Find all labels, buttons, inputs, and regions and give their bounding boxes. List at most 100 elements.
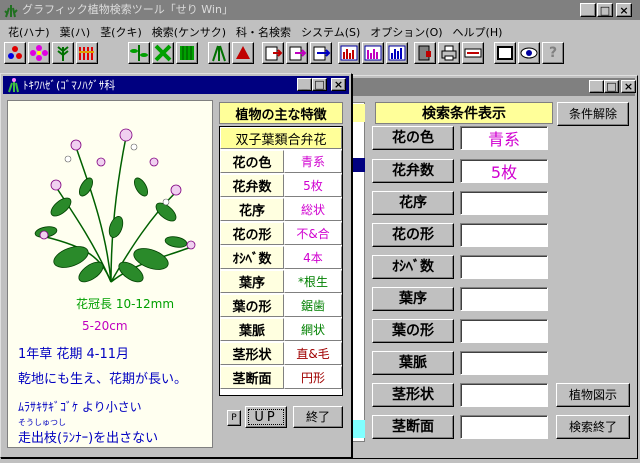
app-title: グラフィック植物検索ツール「せり Win」 (22, 3, 233, 16)
menu-leaf[interactable]: 葉(ハ) (60, 24, 91, 40)
search-value-phyllotaxis[interactable] (460, 287, 548, 311)
search-label-leaf-vein[interactable]: 葉脈 (372, 351, 454, 375)
view-eye-icon[interactable] (518, 42, 540, 64)
menu-flower[interactable]: 花(ハナ) (8, 24, 50, 40)
menu-bar: 花(ハナ) 葉(ハ) 茎(クキ) 検索(ケンサク) 科・名検索 システム(S) … (8, 24, 512, 40)
chart-icon-1[interactable] (338, 42, 360, 64)
stem-section-icon[interactable] (232, 42, 254, 64)
menu-help[interactable]: ヘルプ(H) (453, 24, 503, 40)
plant-window-maximize-button[interactable]: □ (312, 78, 327, 91)
flower-shape-icon[interactable] (76, 42, 98, 64)
features-table: 双子葉類合弁花 花の色 青系 花弁数 5枚 花序 総状 花の形 不&合 ｵｼﾍﾞ… (219, 126, 343, 396)
feature-label-leaf-vein: 葉脈 (220, 318, 284, 341)
search-value-stamen-count[interactable] (460, 255, 548, 279)
main-title-bar: グラフィック植物検索ツール「せり Win」 _ □ × (0, 0, 640, 20)
maximize-button[interactable]: □ (597, 3, 613, 17)
file-icon[interactable] (414, 42, 436, 64)
description-line-1: 1年草 花期 4-11月 (18, 347, 130, 362)
help-icon[interactable]: ? (542, 42, 564, 64)
chart-icon-3[interactable] (386, 42, 408, 64)
search-label-flower-color[interactable]: 花の色 (372, 126, 454, 150)
menu-search[interactable]: 検索(ケンサク) (152, 24, 226, 40)
header-strip-left (351, 104, 365, 122)
plant-illustration (34, 128, 196, 283)
up-button[interactable]: UP (245, 406, 287, 428)
plant-window-title: ﾄｷﾜﾊｾﾞ(ｺﾞﾏﾉﾊｸﾞｻ科 (23, 79, 116, 92)
search-label-inflorescence[interactable]: 花序 (372, 191, 454, 215)
window-icon[interactable] (494, 42, 516, 64)
search-label-phyllotaxis[interactable]: 葉序 (372, 287, 454, 311)
menu-family-name-search[interactable]: 科・名検索 (236, 24, 291, 40)
search-next-icon[interactable] (286, 42, 308, 64)
search-window-maximize-button[interactable]: □ (604, 80, 619, 93)
feature-label-phyllotaxis: 葉序 (220, 270, 284, 293)
features-header: 植物の主な特徴 (219, 102, 343, 124)
search-value-stem-shape[interactable] (460, 383, 548, 407)
description-line-4: 走出枝(ﾗﾝﾅｰ)を出さない (18, 431, 159, 446)
search-value-leaf-shape[interactable] (460, 319, 548, 343)
menu-option[interactable]: オプション(O) (370, 24, 442, 40)
search-value-petal-count[interactable]: 5枚 (460, 159, 548, 183)
feature-value-flower-color: 青系 (284, 150, 342, 173)
feature-label-flower-shape: 花の形 (220, 222, 284, 245)
print-icon[interactable] (438, 42, 460, 64)
search-label-leaf-shape[interactable]: 葉の形 (372, 319, 454, 343)
search-window-close-button[interactable]: × (621, 80, 636, 93)
feature-value-stem-section: 円形 (284, 366, 342, 389)
feature-value-leaf-shape: 鋸歯 (284, 294, 342, 317)
feature-value-inflorescence: 総状 (284, 198, 342, 221)
search-value-leaf-vein[interactable] (460, 351, 548, 375)
inflorescence-icon[interactable] (52, 42, 74, 64)
feature-label-flower-color: 花の色 (220, 150, 284, 173)
feature-value-phyllotaxis: *根生 (284, 270, 342, 293)
plant-info-panel: 花冠長 10-12mm 5-20cm 1年草 花期 4-11月 乾地にも生え、花… (7, 100, 213, 448)
plant-window: ﾄｷﾜﾊｾﾞ(ｺﾞﾏﾉﾊｸﾞｻ科 _ □ × 花冠長 10-12mm 5-20c… (0, 73, 352, 458)
selected-row-marker (351, 158, 365, 172)
search-prev-icon[interactable] (310, 42, 332, 64)
petal-count-icon[interactable] (28, 42, 50, 64)
search-label-stem-shape[interactable]: 茎形状 (372, 383, 454, 407)
chart-icon-2[interactable] (362, 42, 384, 64)
description-line-2: 乾地にも生え、花期が長い。 (18, 372, 188, 387)
minimize-button[interactable]: _ (580, 3, 596, 17)
feature-value-leaf-vein: 網状 (284, 318, 342, 341)
plant-window-close-button[interactable]: × (331, 78, 346, 91)
search-label-flower-shape[interactable]: 花の形 (372, 223, 454, 247)
search-label-petal-count[interactable]: 花弁数 (372, 159, 454, 183)
plant-illustration-button[interactable]: 植物図示 (556, 383, 630, 407)
description-line-3: ﾑﾗｻｷｻｷﾞｺﾞｹ より小さい (18, 400, 142, 414)
leaf-arrangement-icon[interactable] (128, 42, 150, 64)
menu-stem[interactable]: 茎(クキ) (100, 24, 142, 40)
menu-system[interactable]: システム(S) (301, 24, 360, 40)
p-button[interactable]: P (227, 410, 241, 426)
stem-shape-icon[interactable] (208, 42, 230, 64)
feature-label-inflorescence: 花序 (220, 198, 284, 221)
search-value-stem-section[interactable] (460, 415, 548, 439)
close-button[interactable]: × (616, 3, 632, 17)
search-window-minimize-button[interactable]: _ (589, 80, 604, 93)
search-value-inflorescence[interactable] (460, 191, 548, 215)
search-window-left-strip (351, 102, 365, 442)
end-search-button[interactable]: 検索終了 (556, 415, 630, 439)
toolbar: ? (4, 42, 564, 66)
search-label-stamen-count[interactable]: ｵｼﾍﾞ数 (372, 255, 454, 279)
leaf-shape-icon[interactable] (152, 42, 174, 64)
flower-color-icon[interactable] (4, 42, 26, 64)
plant-height-text: 5-20cm (82, 319, 128, 333)
search-run-icon[interactable] (262, 42, 284, 64)
display-icon[interactable] (462, 42, 484, 64)
end-button[interactable]: 終了 (293, 406, 343, 428)
clear-conditions-button[interactable]: 条件解除 (557, 102, 629, 126)
search-value-flower-shape[interactable] (460, 223, 548, 247)
plant-window-minimize-button[interactable]: _ (297, 78, 312, 91)
leaf-vein-icon[interactable] (176, 42, 198, 64)
feature-label-petal-count: 花弁数 (220, 174, 284, 197)
plant-window-icon[interactable] (5, 77, 21, 93)
feature-value-petal-count: 5枚 (284, 174, 342, 197)
search-rows: 花の色 青系 花弁数 5枚 花序 花の形 ｵｼﾍﾞ数 葉序 葉の形 葉脈 茎形状… (370, 126, 640, 446)
search-conditions-header: 検索条件表示 (375, 102, 553, 124)
search-value-flower-color[interactable]: 青系 (460, 126, 548, 150)
app-icon[interactable] (3, 2, 19, 18)
feature-label-stem-shape: 茎形状 (220, 342, 284, 365)
search-label-stem-section[interactable]: 茎断面 (372, 415, 454, 439)
